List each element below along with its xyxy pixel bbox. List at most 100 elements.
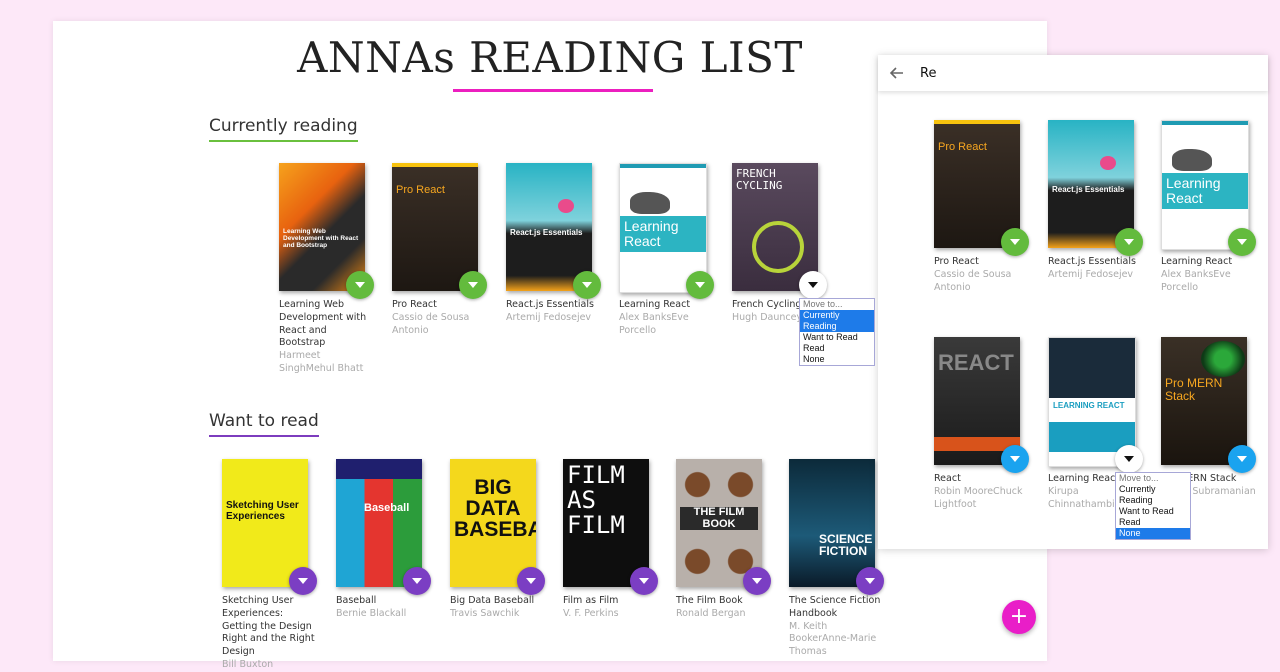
cover-title: FILM AS FILM [567,461,625,540]
book-cover[interactable]: Pro MERN Stack [1161,337,1247,465]
cover-title: Pro React [396,184,445,196]
search-bar [878,55,1268,91]
shelf-changer-button[interactable] [856,567,884,595]
book-title: Film as Film [563,595,619,606]
cover-title: FRENCH CYCLING [736,167,783,192]
shelf-changer-button[interactable] [630,567,658,595]
shelf-changer-button[interactable] [1001,445,1029,473]
dropdown-option-want-to-read[interactable]: Want to Read [1116,506,1190,517]
shelf-changer-button[interactable] [459,271,487,299]
cover-band [620,164,706,168]
book-cover[interactable]: BIG DATA BASEBALL [450,459,536,587]
book-title: Learning React [1161,256,1233,267]
shelf-changer-button[interactable] [1115,228,1143,256]
book-cover[interactable]: Learning Web Development with React and … [279,163,365,291]
book-cover[interactable]: Baseball [336,459,422,587]
cover-band [336,459,422,479]
cover-band [1162,121,1248,125]
chevron-down-icon [865,578,875,584]
shelf-changer-button[interactable] [1228,228,1256,256]
shelf-changer-button[interactable] [346,271,374,299]
shelf-select-dropdown[interactable]: Move to... Currently Reading Want to Rea… [1115,472,1191,540]
shelf-changer-button[interactable] [517,567,545,595]
book-cover[interactable]: FILM AS FILM [563,459,649,587]
book-cover[interactable]: FRENCH CYCLING [732,163,818,291]
shelf-title-want-to-read: Want to read [209,411,319,437]
chevron-down-icon [1010,456,1020,462]
shelf-changer-button[interactable] [686,271,714,299]
shelf-select-dropdown[interactable]: Move to... Currently Reading Want to Rea… [799,298,875,366]
book-author: Alex BanksEve Porcello [1161,268,1231,293]
book-cover[interactable]: Pro React [934,120,1020,248]
chevron-down-icon [1237,239,1247,245]
book-title-block: The Film Book Ronald Bergan [676,595,771,621]
book-title: Learning React [619,299,691,310]
book-cover[interactable]: React.js Essentials [1048,120,1134,248]
book-title-block: Pro React Cassio de Sousa Antonio [392,299,487,337]
chevron-down-icon [468,282,478,288]
book-title: React.js Essentials [506,299,594,310]
back-arrow-icon[interactable] [888,65,904,81]
book-title: Big Data Baseball [450,595,535,606]
book-cover[interactable]: Pro React [392,163,478,291]
book-title-block: Learning Web Development with React and … [279,299,374,376]
shelf-changer-button[interactable] [799,271,827,299]
book-title: Pro React [934,256,979,267]
book-author: Ronald Bergan [676,607,746,619]
shelf-changer-button[interactable] [743,567,771,595]
chevron-down-icon [1010,239,1020,245]
dropdown-header: Move to... [1119,473,1159,483]
shelf-changer-button[interactable] [573,271,601,299]
dropdown-header: Move to... [803,299,843,309]
dropdown-option-none[interactable]: None [800,354,874,365]
book-title-block: Film as Film V. F. Perkins [563,595,658,621]
cover-title: Sketching User Experiences [226,500,299,522]
bicycle-illustration [752,221,804,273]
book-author: Harmeet SinghMehul Bhatt [279,350,364,375]
book-author: Travis Sawchik [450,607,520,619]
book-cover[interactable]: Sketching User Experiences [222,459,308,587]
chevron-down-icon [1124,239,1134,245]
shelf-changer-button[interactable] [1228,445,1256,473]
cover-title: Pro MERN Stack [1165,376,1223,403]
chevron-down-icon [1124,456,1134,462]
dropdown-option-currently-reading[interactable]: Currently Reading [800,310,874,332]
book-title-block: Learning React Alex BanksEve Porcello [619,299,714,337]
chevron-down-icon [582,282,592,288]
dropdown-option-read[interactable]: Read [800,343,874,354]
book-title: The Film Book [676,595,743,606]
dropdown-option-want-to-read[interactable]: Want to Read [800,332,874,343]
book-title-block: Sketching User Experiences: Getting the … [222,595,317,672]
dropdown-option-currently-reading[interactable]: Currently Reading [1116,484,1190,506]
shelf-changer-button[interactable] [1115,445,1143,473]
book-cover[interactable]: REACT [934,337,1020,465]
book-cover[interactable]: React.js Essentials [506,163,592,291]
shelf-changer-button[interactable] [1001,228,1029,256]
book-cover[interactable]: SCIENCE FICTION [789,459,875,587]
cover-title: REACT [938,350,1014,375]
book-cover[interactable]: THE FILM BOOK [676,459,762,587]
search-input[interactable] [918,61,1222,85]
cover-title: Learning React [1166,175,1221,206]
book-title-block: Learning React Alex BanksEve Porcello [1161,256,1256,294]
chevron-down-icon [752,578,762,584]
book-title: Pro React [392,299,437,310]
chevron-down-icon [808,282,818,288]
boar-illustration [1172,149,1212,171]
book-title: Learning Web Development with React and … [279,299,367,349]
book-title: Baseball [336,595,377,606]
shelf-changer-button[interactable] [403,567,431,595]
fingerprint-illustration [1201,341,1245,377]
cover-title: React.js Essentials [510,228,583,237]
book-title-block: Pro React Cassio de Sousa Antonio [934,256,1029,294]
book-title-block: Baseball Bernie Blackall [336,595,431,621]
shelf-changer-button[interactable] [289,567,317,595]
chevron-down-icon [639,578,649,584]
book-author: Artemij Fedosejev [1048,268,1134,280]
dropdown-option-read[interactable]: Read [1116,517,1190,528]
dropdown-option-none[interactable]: None [1116,528,1190,539]
flower-decoration [558,199,574,213]
book-author: Bernie Blackall [336,607,407,619]
add-book-button[interactable]: + [1002,600,1036,634]
chevron-down-icon [298,578,308,584]
